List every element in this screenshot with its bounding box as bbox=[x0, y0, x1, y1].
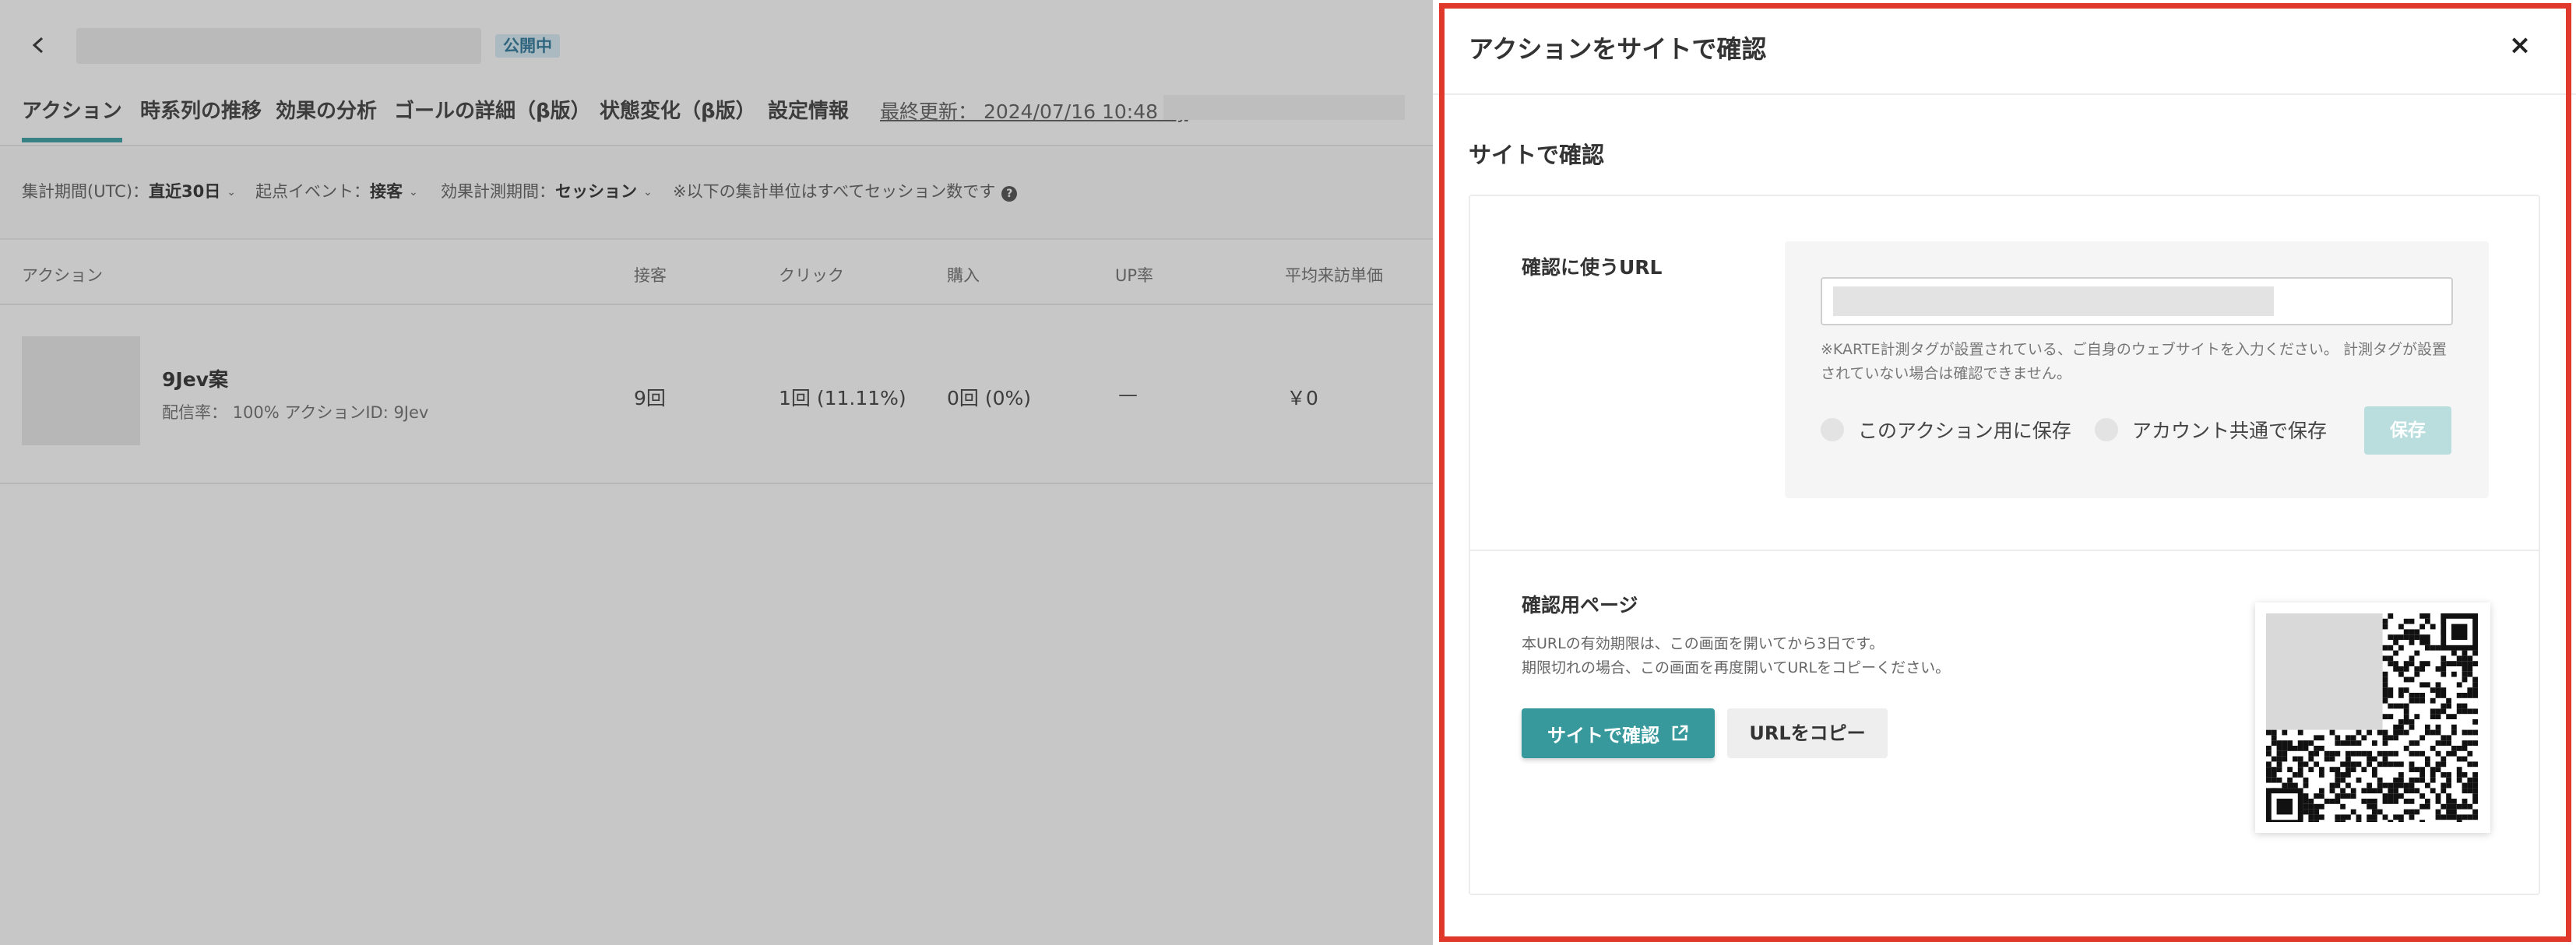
external-link-icon bbox=[1672, 725, 1688, 741]
site-check-card: 確認に使うURL ※KARTE計測タグが設置されている、ご自身のウェブサイトを入… bbox=[1469, 195, 2540, 895]
save-button[interactable]: 保存 bbox=[2364, 406, 2451, 455]
url-label: 確認に使うURL bbox=[1522, 256, 1663, 279]
open-site-button[interactable]: サイトで確認 bbox=[1522, 708, 1715, 758]
radio-button[interactable] bbox=[1821, 418, 1844, 441]
site-check-drawer: アクションをサイトで確認 × サイトで確認 確認に使うURL ※KARTE計測タ… bbox=[1433, 0, 2576, 945]
radio-account-label: アカウント共通で保存 bbox=[2132, 420, 2328, 442]
radio-this-action[interactable]: このアクション用に保存 bbox=[1821, 414, 2071, 445]
drawer-header: アクションをサイトで確認 × bbox=[1433, 0, 2576, 95]
copy-url-button[interactable]: URLをコピー bbox=[1727, 708, 1888, 758]
radio-this-action-label: このアクション用に保存 bbox=[1858, 420, 2071, 442]
radio-button[interactable] bbox=[2095, 418, 2118, 441]
open-site-label: サイトで確認 bbox=[1547, 724, 1659, 747]
confirm-note-line-1: 本URLの有効期限は、この画面を開いてから3日です。 bbox=[1522, 635, 1884, 652]
qr-code-card bbox=[2255, 602, 2490, 833]
divider bbox=[1470, 550, 2539, 551]
drawer-title: アクションをサイトで確認 bbox=[1469, 34, 1767, 64]
close-icon[interactable]: × bbox=[2504, 30, 2536, 61]
url-settings-panel: ※KARTE計測タグが設置されている、ご自身のウェブサイトを入力ください。 計測… bbox=[1785, 241, 2489, 498]
section-title: サイトで確認 bbox=[1469, 142, 1605, 168]
confirm-page-label: 確認用ページ bbox=[1522, 594, 1638, 617]
confirm-note: 本URLの有効期限は、この画面を開いてから3日です。 期限切れの場合、この画面を… bbox=[1522, 632, 1950, 680]
url-input-value bbox=[1833, 286, 2274, 316]
qr-code bbox=[2266, 613, 2478, 822]
modal-overlay[interactable] bbox=[0, 0, 1433, 945]
url-note: ※KARTE計測タグが設置されている、ご自身のウェブサイトを入力ください。 計測… bbox=[1821, 341, 2447, 382]
url-input[interactable] bbox=[1821, 277, 2453, 325]
radio-account-shared[interactable]: アカウント共通で保存 bbox=[2095, 414, 2327, 445]
confirm-note-line-2: 期限切れの場合、この画面を再度開いてURLをコピーください。 bbox=[1522, 659, 1951, 676]
